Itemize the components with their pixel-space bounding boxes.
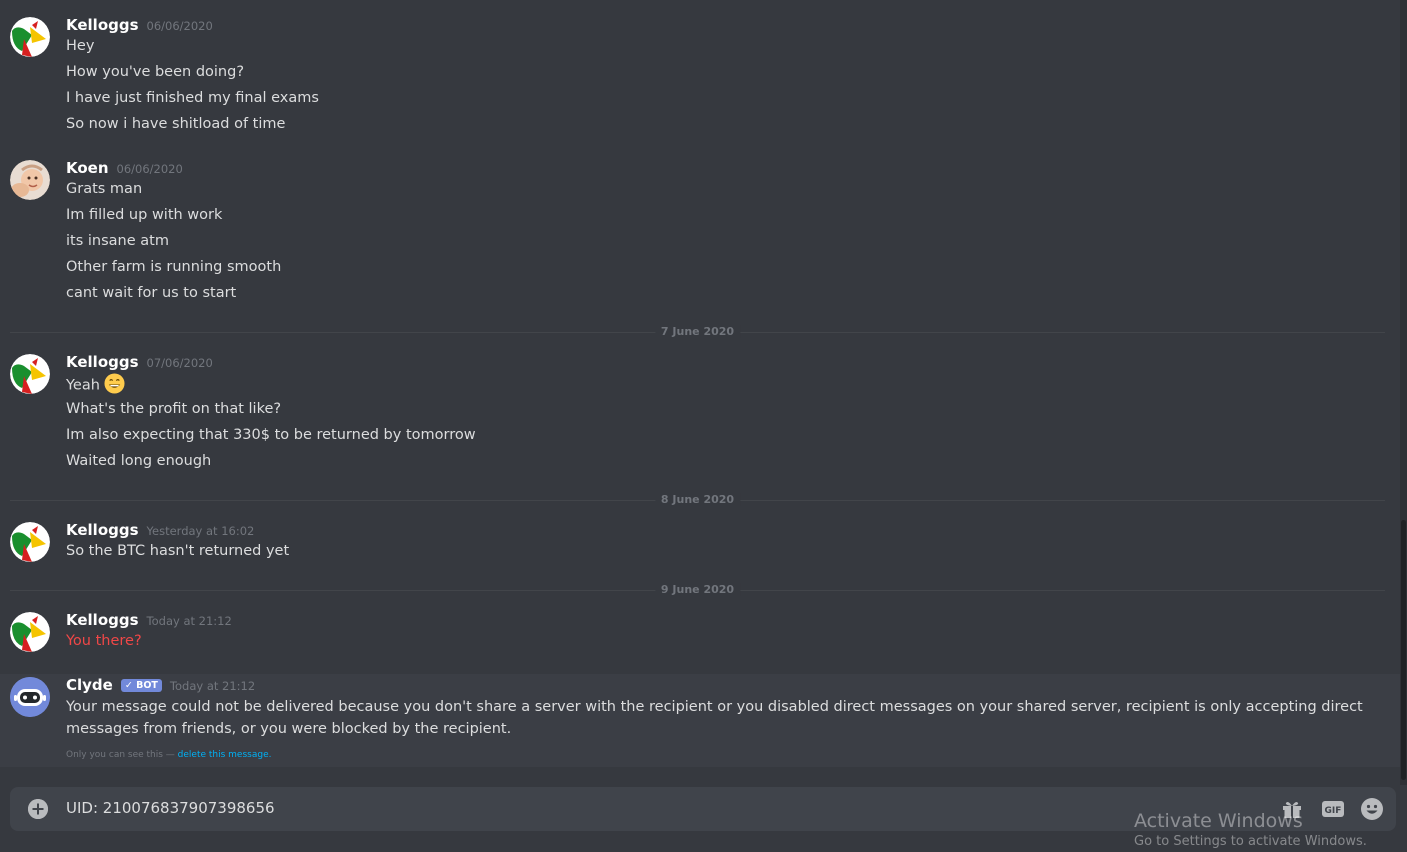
message-text: How you've been doing? <box>66 64 245 80</box>
author-name[interactable]: Clyde <box>66 676 113 694</box>
date-divider-label: 8 June 2020 <box>654 493 741 506</box>
add-attachment-button[interactable] <box>28 799 48 819</box>
message-text: What's the profit on that like? <box>66 401 282 417</box>
activate-windows-watermark: Activate Windows Go to Settings to activ… <box>1134 810 1367 849</box>
rooster-avatar-icon <box>10 522 50 562</box>
clyde-message-text: Your message could not be delivered beca… <box>66 699 1363 737</box>
message-timestamp: 07/06/2020 <box>146 356 213 370</box>
message-text: So now i have shitload of time <box>66 116 286 132</box>
date-divider: 9 June 2020 <box>10 583 1385 596</box>
clyde-system-message: Clyde ✓ BOT Today at 21:12 Your message … <box>0 674 1400 767</box>
scrollbar-thumb[interactable] <box>1401 520 1406 780</box>
author-name[interactable]: Koen <box>66 159 109 177</box>
message-text: Im also expecting that 330$ to be return… <box>66 427 476 443</box>
baby-photo-avatar-icon <box>10 160 50 200</box>
date-divider-label: 7 June 2020 <box>654 325 741 338</box>
message-text: Grats man <box>66 181 143 197</box>
message-text: cant wait for us to start <box>66 285 237 301</box>
message-text: Im filled up with work <box>66 207 223 223</box>
watermark-title: Activate Windows <box>1134 810 1303 832</box>
grinning-face-emoji-icon <box>104 373 125 394</box>
message-text: Waited long enough <box>66 453 212 469</box>
message-timestamp: Today at 21:12 <box>146 614 232 628</box>
message-text: Yeah <box>66 373 125 396</box>
message-text-content: Yeah <box>66 377 100 394</box>
author-name[interactable]: Kelloggs <box>66 611 139 629</box>
rooster-avatar-icon <box>10 354 50 394</box>
author-name[interactable]: Kelloggs <box>66 353 139 371</box>
author-name[interactable]: Kelloggs <box>66 16 139 34</box>
author-name[interactable]: Kelloggs <box>66 521 139 539</box>
message-text: its insane atm <box>66 233 169 249</box>
plus-circle-icon <box>28 799 48 819</box>
clyde-avatar[interactable] <box>10 677 50 717</box>
message-text: I have just finished my final exams <box>66 90 319 106</box>
date-divider: 8 June 2020 <box>10 493 1385 506</box>
message-timestamp: 06/06/2020 <box>116 162 183 176</box>
date-divider: 7 June 2020 <box>10 325 1385 338</box>
rooster-avatar-icon <box>10 17 50 57</box>
delete-message-link[interactable]: delete this message. <box>178 750 272 760</box>
kelloggs-avatar[interactable] <box>10 17 50 57</box>
kelloggs-avatar[interactable] <box>10 612 50 652</box>
chat-messages-area: Kelloggs 06/06/2020 Hey How you've been … <box>0 0 1400 770</box>
bot-tag: ✓ BOT <box>120 679 162 692</box>
message-text: Other farm is running smooth <box>66 259 282 275</box>
watermark-subtitle: Go to Settings to activate Windows. <box>1134 834 1367 849</box>
kelloggs-avatar[interactable] <box>10 522 50 562</box>
ephemeral-note-text: Only you can see this — <box>66 750 178 760</box>
kelloggs-avatar[interactable] <box>10 354 50 394</box>
message-text: So the BTC hasn't returned yet <box>66 543 290 559</box>
message-timestamp: Today at 21:12 <box>169 679 256 693</box>
message-timestamp: 06/06/2020 <box>146 19 213 33</box>
message-text: Hey <box>66 38 95 54</box>
message-timestamp: Yesterday at 16:02 <box>146 524 255 538</box>
message-input[interactable]: UID: 210076837907398656 <box>66 799 275 817</box>
koen-avatar[interactable] <box>10 160 50 200</box>
ephemeral-note: Only you can see this — delete this mess… <box>66 750 271 760</box>
date-divider-label: 9 June 2020 <box>654 583 741 596</box>
clyde-robot-icon <box>10 677 50 717</box>
failed-message-text: You there? <box>66 633 142 649</box>
rooster-avatar-icon <box>10 612 50 652</box>
